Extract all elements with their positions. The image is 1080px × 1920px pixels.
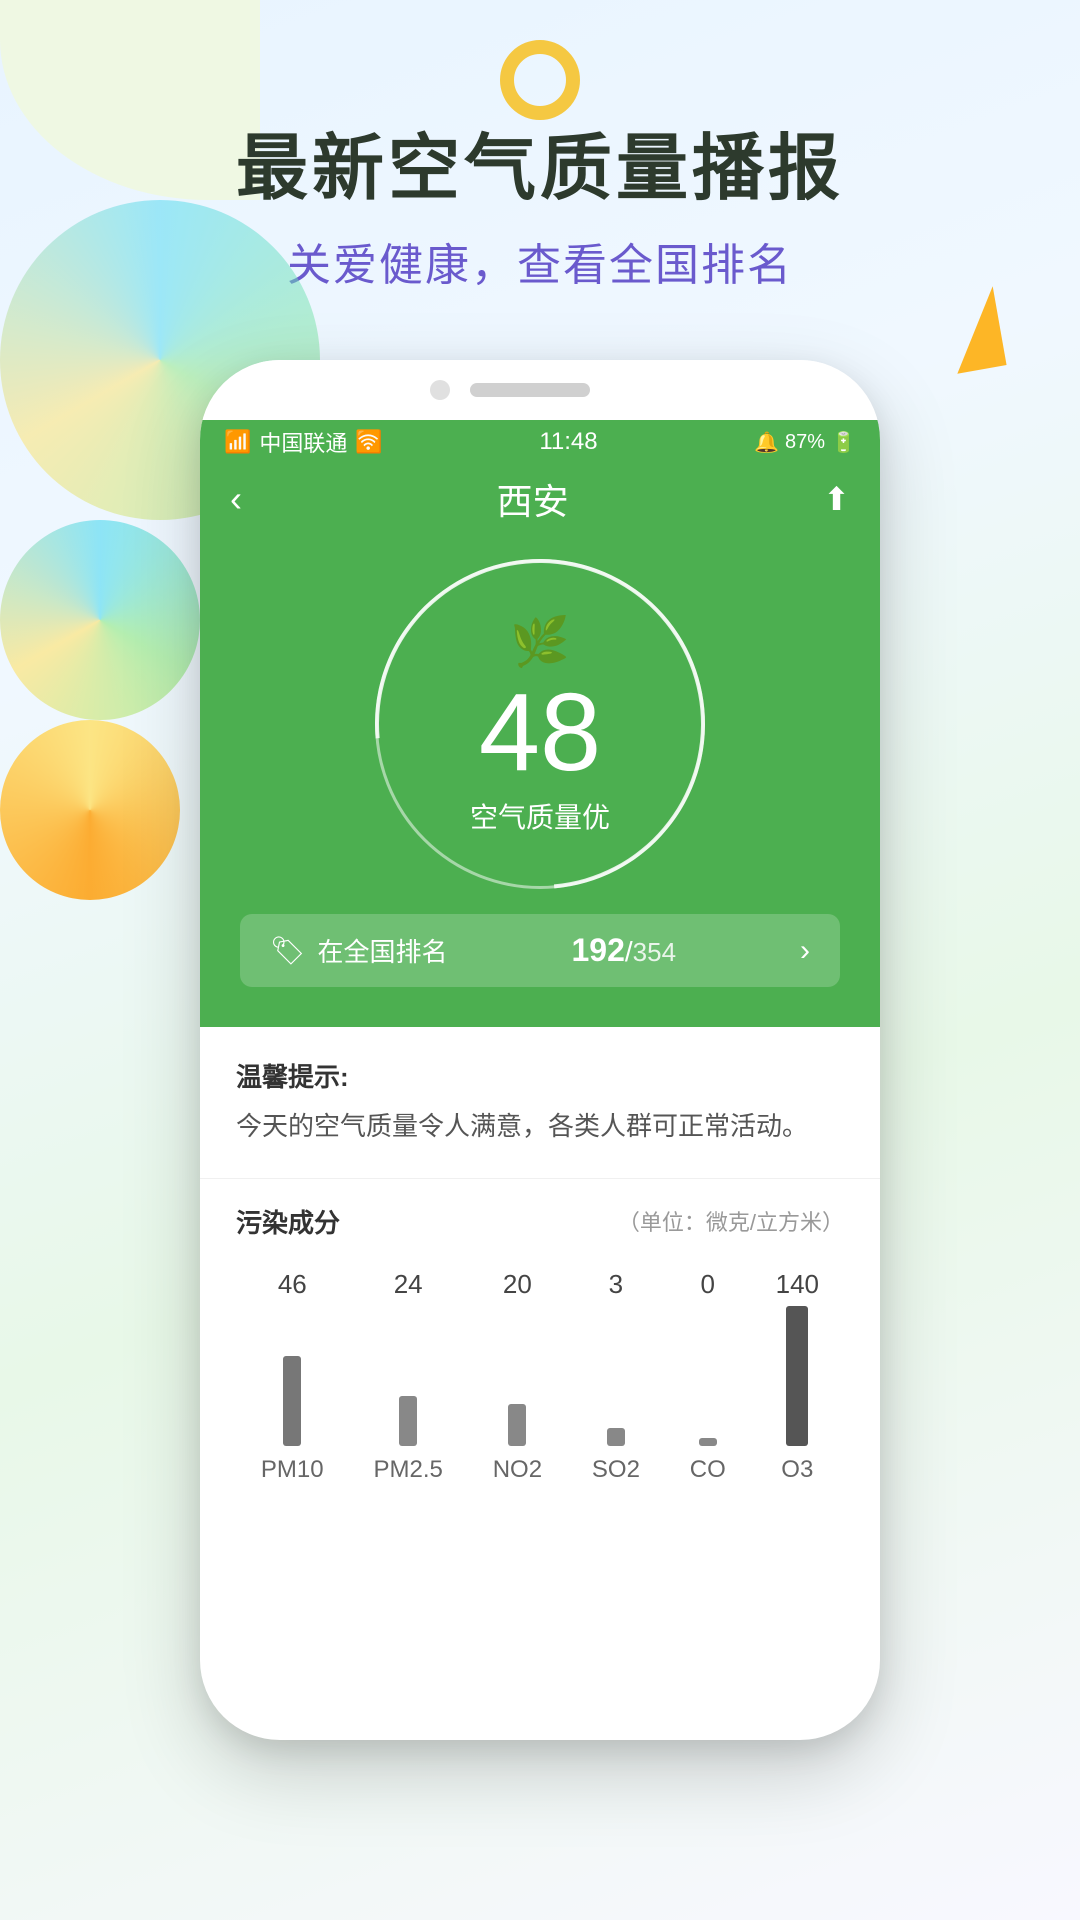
back-button[interactable]: ‹ bbox=[230, 478, 242, 520]
status-left: 📶 中国联通 🛜 bbox=[224, 426, 383, 458]
alarm-icon: 🔔 bbox=[754, 430, 779, 455]
pollutant-name: PM10 bbox=[261, 1456, 324, 1484]
battery-icon: 🔋 bbox=[831, 430, 856, 455]
tip-section: 温馨提示: 今天的空气质量令人满意，各类人群可正常活动。 bbox=[200, 1027, 880, 1179]
pollutant-bar-container bbox=[699, 1306, 717, 1446]
pollutants-title: 污染成分 bbox=[236, 1203, 340, 1240]
pollutant-value: 46 bbox=[278, 1269, 307, 1300]
pollutants-grid: 46 PM10 24 PM2.5 20 NO2 3 SO2 0 CO 140 O3 bbox=[236, 1264, 844, 1484]
ranking-label: 在全国排名 bbox=[318, 932, 448, 969]
pollutant-name: SO2 bbox=[592, 1456, 640, 1484]
pollutant-bar bbox=[699, 1438, 717, 1446]
pollutant-bar-container bbox=[786, 1306, 808, 1446]
phone-top-bar bbox=[200, 360, 880, 420]
status-right: 🔔 87% 🔋 bbox=[754, 430, 856, 455]
pollutant-bar bbox=[283, 1356, 301, 1446]
pollutant-name: PM2.5 bbox=[373, 1456, 442, 1484]
pollutant-value: 140 bbox=[776, 1269, 819, 1300]
pollutants-section: 污染成分 （单位：微克/立方米） 46 PM10 24 PM2.5 20 NO2 3 SO2 0… bbox=[200, 1179, 880, 1514]
battery-percent: 87% bbox=[785, 431, 825, 454]
pollutant-item: 20 NO2 bbox=[493, 1269, 542, 1484]
signal-icon: 📶 bbox=[224, 429, 251, 455]
wifi-icon: 🛜 bbox=[355, 429, 382, 455]
pollutant-bar bbox=[607, 1428, 625, 1446]
aqi-quality-label: 空气质量优 bbox=[470, 796, 610, 836]
app-city-title: 西安 bbox=[497, 473, 569, 525]
status-time: 11:48 bbox=[539, 428, 597, 456]
pollutant-item: 24 PM2.5 bbox=[373, 1269, 442, 1484]
bg-circle-bottom-left bbox=[0, 720, 180, 900]
pollutants-unit: （单位：微克/立方米） bbox=[618, 1205, 844, 1237]
pollutant-item: 140 O3 bbox=[776, 1269, 819, 1484]
status-bar: 📶 中国联通 🛜 11:48 🔔 87% 🔋 bbox=[200, 420, 880, 464]
pollutant-bar bbox=[508, 1404, 526, 1446]
pollutant-name: O3 bbox=[781, 1456, 813, 1484]
carrier-name: 中国联通 bbox=[259, 426, 347, 458]
pollutant-value: 20 bbox=[503, 1269, 532, 1300]
ranking-separator: / bbox=[625, 936, 633, 967]
pollutant-bar-container bbox=[399, 1306, 417, 1446]
main-title: 最新空气质量播报 bbox=[0, 130, 1080, 209]
leaf-icon: 🌿 bbox=[470, 613, 610, 670]
pollutant-value: 0 bbox=[701, 1269, 715, 1300]
pollutant-bar bbox=[786, 1306, 808, 1446]
pollutant-value: 24 bbox=[394, 1269, 423, 1300]
tip-title: 温馨提示: bbox=[236, 1057, 844, 1094]
pollutants-header: 污染成分 （单位：微克/立方米） bbox=[236, 1203, 844, 1240]
pollutant-item: 0 CO bbox=[690, 1269, 726, 1484]
aqi-number: 48 bbox=[470, 678, 610, 788]
app-header: ‹ 西安 ⬆ bbox=[200, 464, 880, 534]
pollutant-bar-container bbox=[508, 1306, 526, 1446]
aqi-section: 🌿 48 空气质量优 🏷 在全国排名 192/354 › bbox=[200, 534, 880, 1027]
pollutant-name: NO2 bbox=[493, 1456, 542, 1484]
ranking-left: 🏷 在全国排名 bbox=[270, 932, 448, 969]
triangle-decoration bbox=[943, 286, 1006, 373]
bookmark-icon: 🏷 bbox=[270, 934, 306, 967]
pollutant-bar-container bbox=[283, 1306, 301, 1446]
bg-circle-right bbox=[0, 520, 200, 720]
tip-content: 今天的空气质量令人满意，各类人群可正常活动。 bbox=[236, 1106, 844, 1148]
ranking-total: 354 bbox=[633, 937, 676, 967]
chevron-right-icon: › bbox=[800, 934, 810, 968]
pollutant-bar bbox=[399, 1396, 417, 1446]
pollutant-name: CO bbox=[690, 1456, 726, 1484]
share-button[interactable]: ⬆ bbox=[823, 480, 850, 518]
pollutant-item: 3 SO2 bbox=[592, 1269, 640, 1484]
phone-mockup: 📶 中国联通 🛜 11:48 🔔 87% 🔋 ‹ 西安 ⬆ 🌿 48 空气质量优 bbox=[200, 360, 880, 1740]
pollutant-value: 3 bbox=[609, 1269, 623, 1300]
gold-ring-decoration bbox=[500, 40, 580, 120]
phone-camera bbox=[430, 380, 450, 400]
ranking-numbers: 192/354 bbox=[572, 932, 677, 969]
ranking-current: 192 bbox=[572, 932, 625, 968]
phone-speaker bbox=[470, 383, 590, 397]
pollutant-item: 46 PM10 bbox=[261, 1269, 324, 1484]
aqi-circle: 🌿 48 空气质量优 bbox=[370, 554, 710, 894]
pollutant-bar-container bbox=[607, 1306, 625, 1446]
ranking-bar[interactable]: 🏷 在全国排名 192/354 › bbox=[240, 914, 840, 987]
aqi-inner-content: 🌿 48 空气质量优 bbox=[470, 613, 610, 836]
